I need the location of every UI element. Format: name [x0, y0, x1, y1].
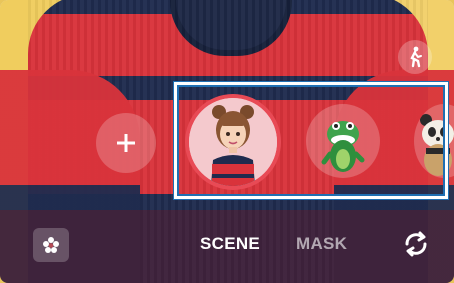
effect-selection-highlight	[174, 82, 448, 199]
add-effect-button[interactable]	[96, 113, 156, 173]
tab-scene[interactable]: SCENE	[200, 234, 260, 254]
person-walking-icon	[410, 46, 422, 68]
effects-settings-button[interactable]	[33, 228, 69, 262]
switch-camera-button[interactable]	[398, 226, 434, 262]
flower-settings-icon	[43, 237, 59, 253]
switch-camera-icon	[405, 231, 427, 257]
plus-icon	[117, 134, 135, 152]
tab-mask[interactable]: MASK	[296, 234, 347, 254]
camera-preview: SCENE MASK	[0, 0, 454, 283]
person-walking-button[interactable]	[398, 40, 432, 74]
